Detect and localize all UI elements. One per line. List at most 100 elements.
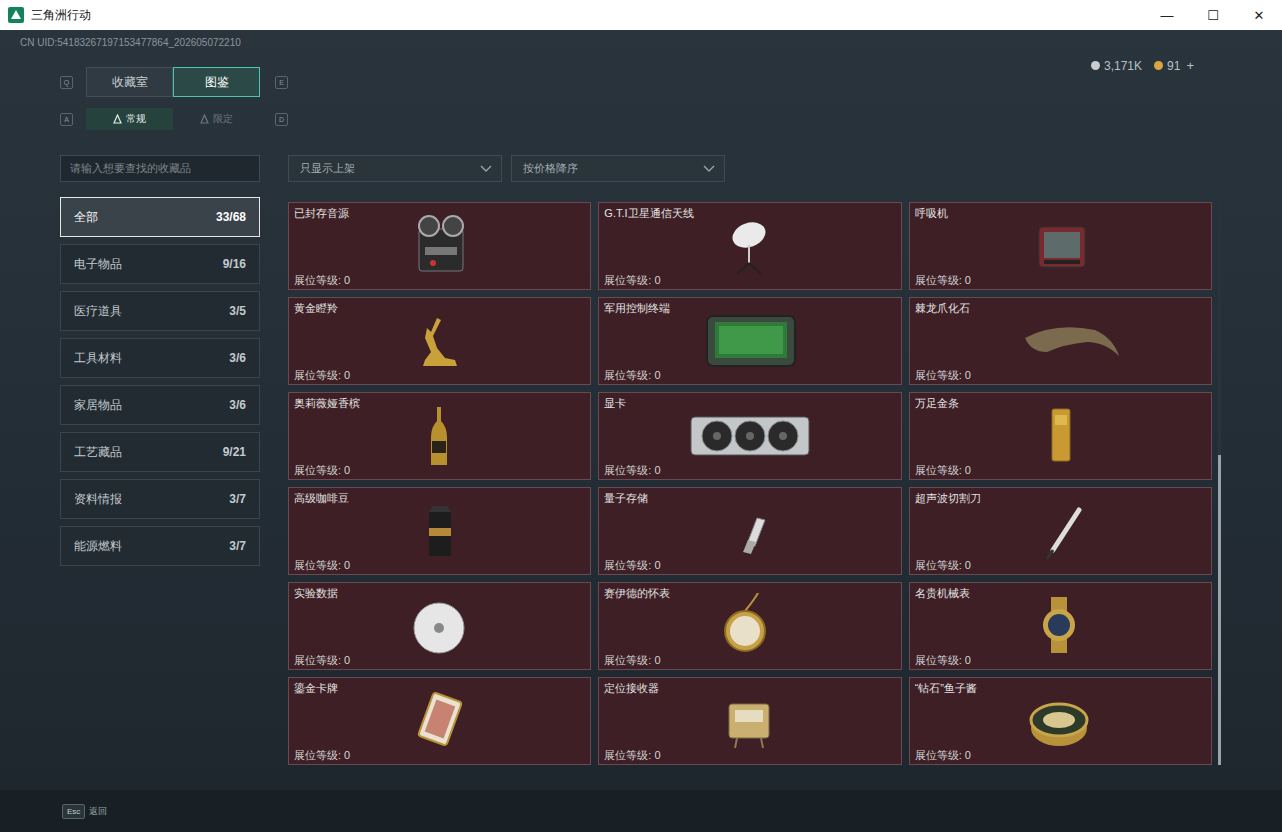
item-level: 展位等级: 0 [604, 748, 895, 762]
item-level: 展位等级: 0 [294, 653, 585, 667]
item-icon [375, 213, 505, 277]
category-list: 全部33/68 电子物品9/16 医疗道具3/5 工具材料3/6 家居物品3/6 工艺藏品… [60, 197, 260, 566]
item-card[interactable]: 奥莉薇娅香槟展位等级: 0 [288, 392, 591, 480]
item-card[interactable]: 显卡展位等级: 0 [598, 392, 901, 480]
subtab[interactable]: 常规 [86, 108, 173, 130]
item-icon [995, 213, 1125, 277]
key-hint: D [275, 113, 288, 126]
item-card[interactable]: 军用控制终端展位等级: 0 [598, 297, 901, 385]
item-name: 实验数据 [294, 586, 585, 600]
item-icon [685, 593, 815, 657]
collection-panel: 只显示上架按价格降序已封存音源展位等级: 0G.T.I卫星通信天线展位等级: 0… [288, 155, 1221, 765]
filter-dropdown[interactable]: 按价格降序 [511, 155, 725, 182]
category-item[interactable]: 能源燃料3/7 [60, 526, 260, 566]
game-area: CN UID:54183267197153477864_202605072210… [0, 30, 1282, 832]
item-icon [685, 688, 815, 752]
currency-value: 91 [1167, 59, 1180, 73]
item-name: 超声波切割刀 [915, 491, 1206, 505]
item-level: 展位等级: 0 [604, 273, 895, 287]
chevron-down-icon [480, 165, 492, 173]
category-item[interactable]: 电子物品9/16 [60, 244, 260, 284]
item-icon [995, 688, 1125, 752]
item-card[interactable]: “钻石”鱼子酱展位等级: 0 [909, 677, 1212, 765]
item-name: 棘龙爪化石 [915, 301, 1206, 315]
subtab-row: A常规限定D [0, 108, 1282, 130]
currency-item: 91 [1154, 59, 1180, 73]
key-hint: Q [60, 76, 73, 89]
currency-bar: 3,171K 91 + [1091, 58, 1194, 73]
item-card[interactable]: 赛伊德的怀表展位等级: 0 [598, 582, 901, 670]
back-button[interactable]: 返回 [89, 805, 107, 818]
item-icon [995, 308, 1125, 372]
game-window: 三角洲行动—☐✕CN UID:54183267197153477864_2026… [0, 0, 1282, 832]
filter-row: 只显示上架按价格降序 [288, 155, 1221, 182]
item-level: 展位等级: 0 [294, 558, 585, 572]
subtab[interactable]: 限定 [173, 108, 260, 130]
tab[interactable]: 收藏室 [86, 67, 173, 97]
item-grid: 已封存音源展位等级: 0G.T.I卫星通信天线展位等级: 0呼吸机展位等级: 0… [288, 202, 1212, 765]
item-name: 显卡 [604, 396, 895, 410]
scrollbar-thumb[interactable] [1218, 455, 1221, 765]
category-item[interactable]: 全部33/68 [60, 197, 260, 237]
item-card[interactable]: 定位接收器展位等级: 0 [598, 677, 901, 765]
coin-icon [1154, 61, 1163, 70]
category-item[interactable]: 工艺藏品9/21 [60, 432, 260, 472]
item-icon [995, 593, 1125, 657]
tab[interactable]: 图鉴 [173, 67, 260, 97]
category-item[interactable]: 资料情报3/7 [60, 479, 260, 519]
add-currency-button[interactable]: + [1186, 58, 1194, 73]
app-logo-icon [8, 7, 24, 23]
uid-label: CN UID:54183267197153477864_202605072210 [0, 36, 1282, 50]
window-control-button[interactable]: ☐ [1190, 0, 1236, 30]
item-level: 展位等级: 0 [294, 748, 585, 762]
item-card[interactable]: G.T.I卫星通信天线展位等级: 0 [598, 202, 901, 290]
item-card[interactable]: 量子存储展位等级: 0 [598, 487, 901, 575]
item-level: 展位等级: 0 [604, 558, 895, 572]
item-icon [685, 498, 815, 562]
item-card[interactable]: 鎏金卡牌展位等级: 0 [288, 677, 591, 765]
item-icon [995, 498, 1125, 562]
subtab-icon [113, 114, 122, 124]
chevron-down-icon [703, 165, 715, 173]
item-icon [995, 403, 1125, 467]
item-icon [375, 593, 505, 657]
item-card[interactable]: 黄金瞪羚展位等级: 0 [288, 297, 591, 385]
item-card[interactable]: 棘龙爪化石展位等级: 0 [909, 297, 1212, 385]
subtab-group: 常规限定 [86, 108, 260, 130]
item-icon [375, 688, 505, 752]
item-card[interactable]: 万足金条展位等级: 0 [909, 392, 1212, 480]
coin-icon [1091, 61, 1100, 70]
bottom-bar: Esc 返回 [0, 790, 1282, 832]
item-name: “钻石”鱼子酱 [915, 681, 1206, 695]
filter-dropdown[interactable]: 只显示上架 [288, 155, 502, 182]
item-name: 赛伊德的怀表 [604, 586, 895, 600]
item-card[interactable]: 实验数据展位等级: 0 [288, 582, 591, 670]
item-card[interactable]: 高级咖啡豆展位等级: 0 [288, 487, 591, 575]
item-level: 展位等级: 0 [915, 368, 1206, 382]
category-item[interactable]: 工具材料3/6 [60, 338, 260, 378]
key-hint: E [275, 76, 288, 89]
item-card[interactable]: 名贵机械表展位等级: 0 [909, 582, 1212, 670]
item-name: 鎏金卡牌 [294, 681, 585, 695]
item-card[interactable]: 呼吸机展位等级: 0 [909, 202, 1212, 290]
item-icon [375, 308, 505, 372]
scrollbar[interactable] [1218, 202, 1221, 765]
category-item[interactable]: 医疗道具3/5 [60, 291, 260, 331]
key-hint: Esc [62, 804, 85, 819]
window-controls: —☐✕ [1144, 0, 1282, 30]
item-card[interactable]: 超声波切割刀展位等级: 0 [909, 487, 1212, 575]
item-name: 量子存储 [604, 491, 895, 505]
window-title: 三角洲行动 [31, 7, 91, 24]
currency-value: 3,171K [1104, 59, 1142, 73]
item-card[interactable]: 已封存音源展位等级: 0 [288, 202, 591, 290]
item-level: 展位等级: 0 [294, 273, 585, 287]
main-content: 请输入想要查找的收藏品全部33/68 电子物品9/16 医疗道具3/5 工具材料3/6… [0, 155, 1282, 765]
item-level: 展位等级: 0 [915, 748, 1206, 762]
category-item[interactable]: 家居物品3/6 [60, 385, 260, 425]
search-field[interactable]: 请输入想要查找的收藏品 [60, 155, 260, 182]
item-level: 展位等级: 0 [604, 368, 895, 382]
window-control-button[interactable]: — [1144, 0, 1190, 30]
window-control-button[interactable]: ✕ [1236, 0, 1282, 30]
item-level: 展位等级: 0 [915, 653, 1206, 667]
item-level: 展位等级: 0 [294, 368, 585, 382]
